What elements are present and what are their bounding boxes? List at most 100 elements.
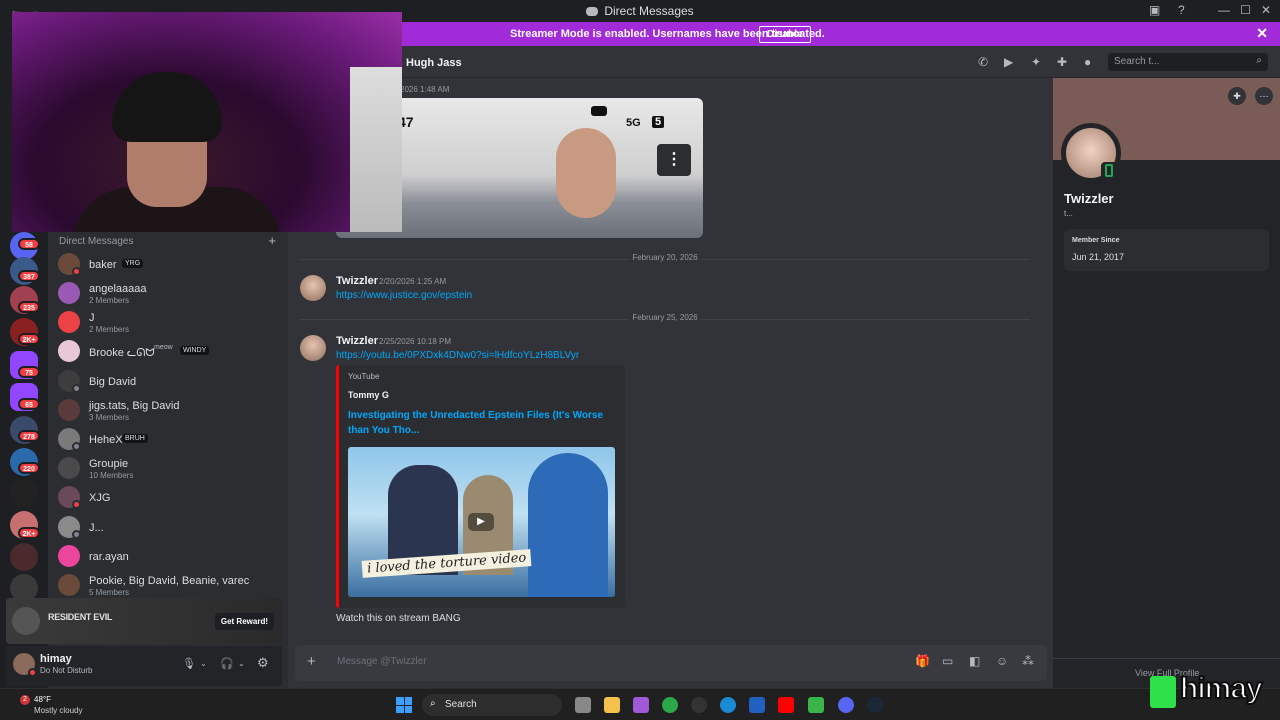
message-link[interactable]: https://www.justice.gov/epstein: [336, 290, 472, 301]
microphone-icon[interactable]: 🎙: [182, 657, 196, 670]
message-author[interactable]: Twizzler: [336, 275, 378, 287]
dm-name: Pookie, Big David, Beanie, varec: [89, 575, 250, 587]
attach-plus-icon[interactable]: +: [307, 653, 316, 670]
get-reward-button[interactable]: Get Reward!: [214, 613, 274, 630]
inbox-icon[interactable]: ▣: [1149, 3, 1160, 17]
chevron-down-icon[interactable]: ⌄: [238, 659, 245, 668]
chevron-down-icon[interactable]: ⌄: [200, 659, 207, 668]
avatar[interactable]: [300, 335, 326, 361]
headphones-icon[interactable]: 🎧: [220, 657, 234, 670]
unread-badge: 2K+: [18, 527, 40, 539]
video-call-icon[interactable]: ▶: [1004, 55, 1013, 69]
avatar: [58, 545, 80, 567]
copilot-icon[interactable]: [633, 697, 649, 713]
composer-placeholder: Message @Twizzler: [337, 656, 427, 667]
dm-list-item[interactable]: jigs.tats, Big David 3 Members: [58, 399, 282, 425]
obs-icon[interactable]: [691, 697, 707, 713]
add-friends-icon[interactable]: ✚: [1057, 55, 1067, 69]
search-input[interactable]: Search t... ⌕: [1108, 53, 1268, 71]
gear-icon[interactable]: ⚙: [257, 655, 269, 671]
message-author[interactable]: Twizzler: [336, 335, 378, 347]
search-icon: ⌕: [1256, 55, 1262, 66]
voice-call-icon[interactable]: ✆: [978, 55, 988, 69]
dm-list-item[interactable]: Brooke ᓚᘏᗢ meow WINDY: [58, 340, 282, 366]
dm-name: J...: [89, 522, 104, 534]
gif-icon[interactable]: ▭: [942, 654, 953, 668]
emoji-icon[interactable]: ☺: [996, 654, 1008, 668]
embed-provider: YouTube: [348, 372, 380, 381]
youtube-icon[interactable]: [778, 697, 794, 713]
message-timestamp: 2/25/2026 10:18 PM: [379, 337, 452, 346]
mobile-status-icon: [1101, 162, 1117, 180]
dm-member-count: 10 Members: [89, 471, 134, 480]
video-thumbnail[interactable]: ▶ i loved the torture video: [348, 447, 615, 597]
member-since-label: Member Since: [1072, 237, 1120, 244]
date-divider: February 25, 2026: [300, 313, 1030, 322]
webcam-overlay: [12, 12, 402, 232]
close-icon[interactable]: ✕: [1256, 25, 1268, 42]
task-view-icon[interactable]: [575, 697, 591, 713]
sticker-icon[interactable]: ◧: [969, 654, 980, 668]
gift-icon[interactable]: 🎁: [915, 654, 930, 668]
steam-icon[interactable]: [867, 697, 883, 713]
server-tag-badge: BRUH: [122, 434, 148, 443]
image-overlay-badge: 5: [652, 116, 665, 128]
minimize-icon[interactable]: —: [1218, 3, 1230, 17]
divider: [1053, 658, 1280, 659]
dm-name: Groupie: [89, 458, 129, 470]
message-list: 2026 1:48 AM 47 5G 5 ⋮ February 20, 2026…: [288, 78, 1053, 688]
avatar[interactable]: [300, 275, 326, 301]
play-icon[interactable]: ▶: [468, 513, 494, 531]
dm-list-item[interactable]: XJG: [58, 486, 282, 512]
discord-icon[interactable]: [838, 697, 854, 713]
edge-icon[interactable]: [720, 697, 736, 713]
dm-extra-text: meow: [154, 344, 173, 351]
search-placeholder: Search t...: [1114, 56, 1160, 67]
user-profile-icon[interactable]: ●: [1084, 55, 1091, 69]
pin-icon[interactable]: ✦: [1031, 55, 1041, 69]
chrome-icon[interactable]: [662, 697, 678, 713]
dm-recipient-name: Hugh Jass: [406, 57, 462, 69]
dm-list-item[interactable]: rar.ayan: [58, 545, 282, 571]
dm-list-item[interactable]: Big David: [58, 370, 282, 396]
add-friend-icon[interactable]: ✚: [1228, 87, 1246, 105]
date-divider-label: February 20, 2026: [628, 253, 702, 262]
file-explorer-icon[interactable]: [604, 697, 620, 713]
embed-title[interactable]: Investigating the Unredacted Epstein Fil…: [348, 408, 608, 438]
server-icon[interactable]: [10, 480, 38, 508]
weather-condition: Mostly cloudy: [34, 706, 83, 715]
avatar: [58, 574, 80, 596]
windows-start-icon[interactable]: [396, 697, 412, 713]
disable-streamer-button[interactable]: Disable: [759, 26, 811, 43]
dm-list-item[interactable]: HeheXD BRUH: [58, 428, 282, 454]
promo-game-title: RESIDENT EVIL: [48, 612, 113, 622]
window-title-text: Direct Messages: [604, 4, 694, 18]
taskbar: 2 48°F Mostly cloudy ⌕ Search: [0, 688, 1280, 720]
store-icon[interactable]: [749, 697, 765, 713]
dm-list-item[interactable]: J2 Members: [58, 311, 282, 337]
dm-list-item[interactable]: J...: [58, 516, 282, 542]
user-status: Do Not Disturb: [40, 666, 93, 675]
window-close-icon[interactable]: ✕: [1261, 3, 1271, 17]
dm-list-item[interactable]: angelaaaaa 2 Members: [58, 282, 282, 308]
app-icon[interactable]: [808, 697, 824, 713]
profile-subtitle: t...: [1064, 209, 1073, 218]
help-icon[interactable]: ?: [1178, 3, 1185, 17]
more-icon[interactable]: ⋯: [1255, 87, 1273, 105]
message-composer[interactable]: + Message @Twizzler 🎁 ▭ ◧ ☺ ⁂: [295, 645, 1047, 681]
taskbar-search-input[interactable]: ⌕ Search: [422, 694, 562, 716]
embed-author[interactable]: Tommy G: [348, 390, 389, 400]
dm-list-item[interactable]: Pookie, Big David, Beanie, varec 5 Member…: [58, 574, 282, 600]
message-link[interactable]: https://youtu.be/0PXDxk4DNw0?si=lHdfcoYL…: [336, 350, 579, 361]
apps-icon[interactable]: ⁂: [1022, 654, 1034, 668]
dm-list-item[interactable]: Groupie 10 Members: [58, 457, 282, 483]
dm-name: Brooke ᓚᘏᗢ: [89, 347, 155, 359]
create-dm-icon[interactable]: +: [268, 233, 276, 248]
server-icon[interactable]: [10, 543, 38, 571]
profile-name: Twizzler: [1064, 191, 1114, 206]
weather-icon[interactable]: 2: [10, 695, 30, 715]
avatar: [58, 311, 80, 333]
more-options-icon[interactable]: ⋮: [657, 144, 691, 176]
maximize-icon[interactable]: ☐: [1240, 3, 1251, 17]
dm-list-item[interactable]: baker YRG: [58, 253, 282, 279]
